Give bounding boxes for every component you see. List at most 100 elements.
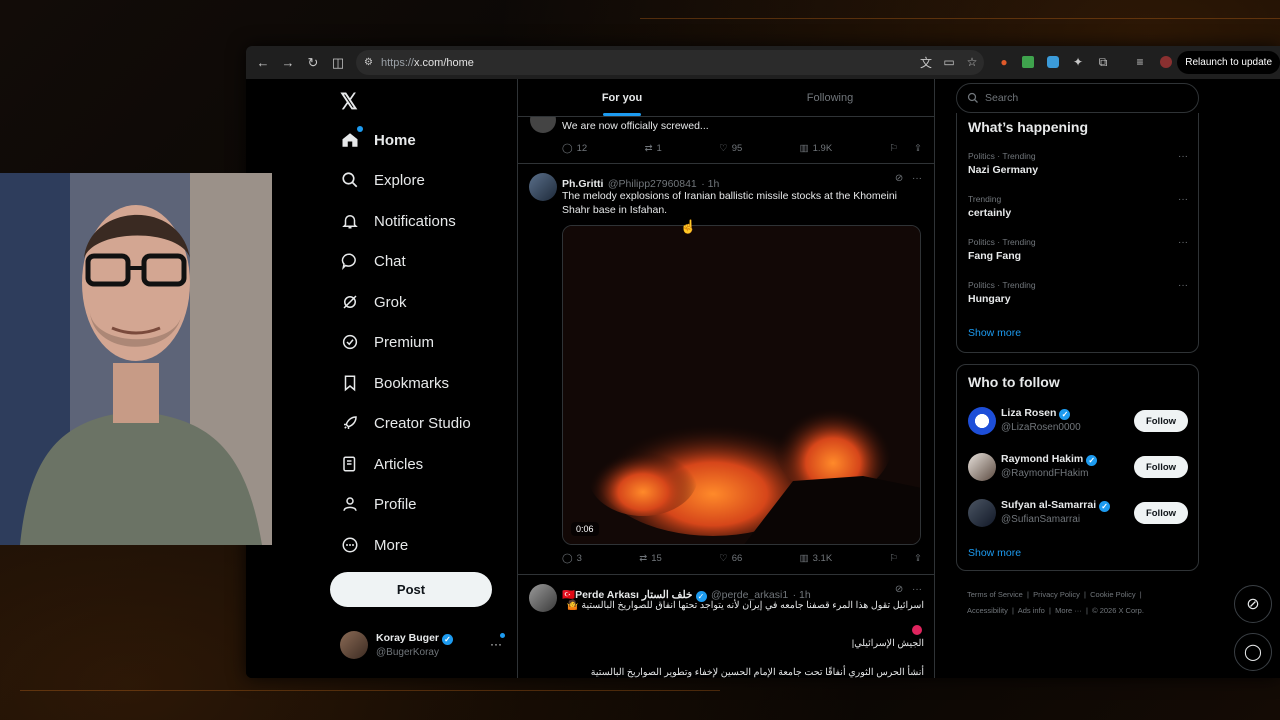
account-switcher[interactable]: Koray Buger ✓ @BugerKoray ··· xyxy=(340,631,510,667)
tab-for-you[interactable]: For you xyxy=(518,79,726,116)
footer-link[interactable]: Ads info xyxy=(1018,606,1045,615)
more-dots-icon[interactable]: ··· xyxy=(912,173,922,184)
more-dots-icon[interactable]: ··· xyxy=(1178,280,1188,291)
nav-notifications[interactable]: Notifications xyxy=(340,207,456,235)
tweet[interactable]: We are now officially screwed... ◯ 12 ⇄ 1 … xyxy=(518,107,934,164)
pin-icon[interactable]: ✦ xyxy=(1068,52,1088,72)
nav-grok[interactable]: Grok xyxy=(340,288,407,316)
nav-label: Premium xyxy=(374,333,435,351)
tweet-text: أنشأ الحرس الثوري أنفاقًا تحت جامعة الإم… xyxy=(590,667,924,678)
bookmark-button[interactable]: ⚐ ⇪ xyxy=(890,553,923,564)
footer-link[interactable]: Privacy Policy xyxy=(1033,590,1080,599)
views-button[interactable]: ▥ 3.1K xyxy=(800,553,833,564)
copyright: © 2026 X Corp. xyxy=(1092,606,1144,615)
trend-item[interactable]: Politics · Trending Fang Fang ··· xyxy=(968,237,1188,262)
follow-button[interactable]: Follow xyxy=(1134,410,1188,432)
nav-more[interactable]: More xyxy=(340,531,408,559)
suggestion-name-row: Raymond Hakim ✓ xyxy=(1001,453,1098,466)
show-more-link[interactable]: Show more xyxy=(968,547,1021,559)
notification-dot xyxy=(357,126,363,132)
avatar xyxy=(968,453,996,481)
tab-following[interactable]: Following xyxy=(726,79,934,116)
suggestion-handle: @LizaRosen0000 xyxy=(1001,422,1081,433)
trend-item[interactable]: Politics · Trending Hungary ··· xyxy=(968,280,1188,305)
avatar xyxy=(968,407,996,435)
footer-link[interactable]: Terms of Service xyxy=(967,590,1023,599)
translate-icon[interactable]: 文 xyxy=(916,52,936,72)
more-dots-icon[interactable]: ··· xyxy=(1178,151,1188,162)
trend-item[interactable]: Politics · Trending Nazi Germany ··· xyxy=(968,151,1188,176)
extension-blue-icon[interactable] xyxy=(1043,52,1063,72)
split-view-icon[interactable]: ◫ xyxy=(327,52,349,74)
site-info-icon[interactable]: ⚙ xyxy=(364,57,373,68)
cast-icon[interactable]: ▭ xyxy=(939,52,959,72)
heart-icon: ♡ xyxy=(719,553,728,564)
decorative-line xyxy=(640,18,1280,19)
who-to-follow-panel: Who to follow Liza Rosen ✓ @LizaRosen0000… xyxy=(956,364,1199,571)
more-dots-icon[interactable]: ··· xyxy=(1178,194,1188,205)
share-icon[interactable]: ⇪ xyxy=(914,143,922,154)
star-icon[interactable]: ☆ xyxy=(962,52,982,72)
grok-float-icon[interactable]: ⊘ xyxy=(1234,585,1272,623)
nav-bookmarks[interactable]: Bookmarks xyxy=(340,369,449,397)
footer-link[interactable]: Accessibility xyxy=(967,606,1008,615)
nav-label: Creator Studio xyxy=(374,414,471,432)
chat-float-icon[interactable]: ◯ xyxy=(1234,633,1272,671)
follow-suggestion[interactable]: Sufyan al-Samarrai ✓ @SufianSamarrai Foll… xyxy=(968,498,1188,530)
x-logo-icon[interactable]: 𝕏 xyxy=(340,89,358,115)
repost-button[interactable]: ⇄ 1 xyxy=(645,143,662,154)
forward-icon[interactable]: → xyxy=(277,52,299,74)
search-input[interactable]: Search xyxy=(956,83,1199,113)
tweet-video[interactable]: 0:06 xyxy=(562,225,921,545)
more-dots-icon[interactable]: ··· xyxy=(490,637,502,651)
tweet-menu: ⊘ ··· xyxy=(895,584,922,595)
trend-title: Hungary xyxy=(968,293,1011,305)
footer-link[interactable]: More ··· xyxy=(1055,606,1082,615)
verified-icon: ✓ xyxy=(442,634,454,645)
follow-suggestion[interactable]: Raymond Hakim ✓ @RaymondFHakim Follow xyxy=(968,452,1188,484)
avatar[interactable] xyxy=(529,173,557,201)
show-more-link[interactable]: Show more xyxy=(968,327,1021,339)
follow-button[interactable]: Follow xyxy=(1134,502,1188,524)
bookmark-button[interactable]: ⚐ ⇪ xyxy=(890,143,923,154)
tweet[interactable]: 🇹🇷Perde Arkası خلف الستار ✓ @perde_arkasi… xyxy=(518,575,934,678)
address-bar[interactable]: ⚙ https://x.com/home xyxy=(356,50,984,75)
more-circle-icon xyxy=(340,535,360,555)
extension-green-icon[interactable] xyxy=(1018,52,1038,72)
nav-explore[interactable]: Explore xyxy=(340,166,425,194)
grok-icon[interactable]: ⊘ xyxy=(895,173,903,184)
nav-premium[interactable]: Premium xyxy=(340,328,434,356)
nav-creator-studio[interactable]: Creator Studio xyxy=(340,409,471,437)
follow-button[interactable]: Follow xyxy=(1134,456,1188,478)
reply-button[interactable]: ◯ 3 xyxy=(562,553,582,564)
reply-button[interactable]: ◯ 12 xyxy=(562,143,587,154)
nav-home[interactable]: Home xyxy=(340,126,416,154)
extension-red-icon[interactable]: ● xyxy=(994,52,1014,72)
nav-articles[interactable]: Articles xyxy=(340,450,423,478)
like-button[interactable]: ♡ 95 xyxy=(719,143,742,154)
views-button[interactable]: ▥ 1.9K xyxy=(800,143,833,154)
grok-icon[interactable]: ⊘ xyxy=(895,584,903,595)
footer-link[interactable]: Cookie Policy xyxy=(1090,590,1135,599)
relaunch-button[interactable]: Relaunch to update xyxy=(1177,51,1280,74)
like-button[interactable]: ♡ 66 xyxy=(719,553,742,564)
avatar[interactable] xyxy=(529,584,557,612)
follow-suggestion[interactable]: Liza Rosen ✓ @LizaRosen0000 Follow xyxy=(968,406,1188,438)
nav-profile[interactable]: Profile xyxy=(340,490,417,518)
puzzle-icon[interactable]: ⧉ xyxy=(1093,52,1113,72)
views-count: 1.9K xyxy=(812,143,833,154)
reload-icon[interactable]: ↻ xyxy=(302,52,324,74)
back-icon[interactable]: ← xyxy=(252,52,274,74)
panel-title: What’s happening xyxy=(968,119,1089,135)
nav-chat[interactable]: Chat xyxy=(340,247,406,275)
nav-label: Home xyxy=(374,131,416,149)
more-dots-icon[interactable]: ··· xyxy=(912,584,922,595)
share-icon[interactable]: ⇪ xyxy=(914,553,922,564)
tweet[interactable]: Ph.Gritti @Philipp27960841 · 1h ⊘ ··· Th… xyxy=(518,164,934,575)
reading-list-icon[interactable]: ≡ xyxy=(1130,52,1150,72)
post-button[interactable]: Post xyxy=(330,572,492,607)
repost-button[interactable]: ⇄ 15 xyxy=(639,553,662,564)
profile-icon[interactable] xyxy=(1156,52,1176,72)
more-dots-icon[interactable]: ··· xyxy=(1178,237,1188,248)
trend-item[interactable]: Trending certainly ··· xyxy=(968,194,1188,219)
